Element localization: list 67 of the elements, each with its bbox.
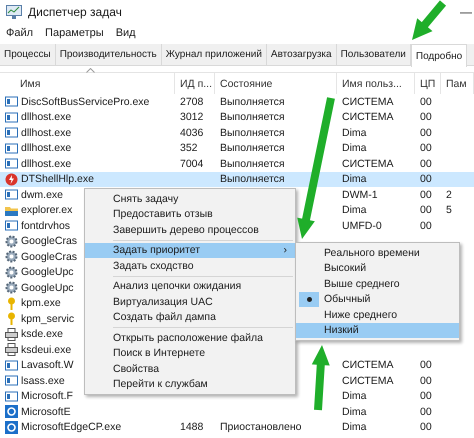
- table-cell: 00: [420, 126, 432, 139]
- table-cell: Dima: [342, 390, 367, 402]
- table-cell: MicrosoftEdgeCP.exe: [21, 421, 122, 434]
- table-cell: dwm.exe: [21, 188, 64, 201]
- table-cell: Dima: [342, 406, 367, 418]
- table-cell: dllhost.exe: [21, 126, 72, 139]
- table-cell: Выполняется: [220, 96, 285, 108]
- table-cell: 00: [420, 406, 432, 418]
- table-cell: dllhost.exe: [21, 158, 72, 170]
- table-cell: DTShellHlp.exe: [21, 173, 94, 186]
- table-cell: GoogleUpc: [21, 282, 74, 294]
- table-cell: Dima: [342, 421, 367, 434]
- table-cell: Приостановлено: [220, 421, 302, 434]
- table-cell: 00: [420, 421, 432, 434]
- table-cell: 1488: [180, 421, 204, 434]
- table-cell: DiscSoftBusServicePro.exe: [21, 96, 150, 108]
- table-cell: 00: [420, 390, 432, 402]
- table-cell: 5: [446, 204, 452, 216]
- table-cell: Выполняется: [220, 111, 285, 124]
- table-cell: Dima: [342, 173, 367, 186]
- table-cell: СИСТЕМА: [342, 96, 394, 108]
- table-cell: kpm_servic: [21, 312, 74, 325]
- submenu-arrow-icon: ›: [284, 244, 287, 256]
- table-cell: 00: [420, 96, 432, 108]
- table-cell: 00: [420, 173, 432, 186]
- table-cell: 352: [180, 142, 198, 154]
- table-cell: dllhost.exe: [21, 142, 72, 154]
- table-cell: 00: [420, 158, 432, 170]
- table-cell: 00: [420, 204, 432, 216]
- table-cell: 00: [420, 359, 432, 372]
- table-cell: fontdrvhos: [21, 220, 70, 232]
- table-cell: dllhost.exe: [21, 111, 72, 124]
- table-cell: Dima: [342, 142, 367, 154]
- table-cell: DWM-1: [342, 188, 378, 201]
- table-cell: Выполняется: [220, 173, 285, 186]
- table-cell: UMFD-0: [342, 220, 382, 232]
- table-cell: kpm.exe: [21, 297, 61, 310]
- table-cell: MicrosoftE: [21, 406, 71, 418]
- table-cell: СИСТЕМА: [342, 111, 394, 124]
- table-cell: Выполняется: [220, 158, 285, 170]
- table-cell: 4036: [180, 126, 204, 139]
- table-cell: GoogleUpc: [21, 266, 74, 278]
- table-cell: Lavasoft.W: [21, 359, 74, 372]
- table-cell: 2: [446, 188, 452, 201]
- table-cell: 00: [420, 188, 432, 201]
- table-cell: 00: [420, 220, 432, 232]
- table-cell: Dima: [342, 126, 367, 139]
- table-cell: 2708: [180, 96, 204, 108]
- table-cell: lsass.exe: [21, 374, 65, 387]
- table-cell: Microsoft.F: [21, 390, 73, 402]
- table-cell: 00: [420, 142, 432, 154]
- table-cell: GoogleCras: [21, 235, 78, 248]
- table-cell: Выполняется: [220, 126, 285, 139]
- table-cell: ksde.exe: [21, 328, 64, 340]
- table-cell: Выполняется: [220, 142, 285, 154]
- table-cell: 7004: [180, 158, 204, 170]
- table-cell: 00: [420, 374, 432, 387]
- window-title: Диспетчер задач: [28, 5, 123, 19]
- table-cell: GoogleCras: [21, 250, 78, 263]
- table-cell: Dima: [342, 204, 367, 216]
- table-cell: СИСТЕМА: [342, 158, 394, 170]
- table-cell: СИСТЕМА: [342, 374, 394, 387]
- table-cell: 00: [420, 111, 432, 124]
- table-cell: ksdeui.exe: [21, 344, 72, 356]
- table-cell: СИСТЕМА: [342, 359, 394, 372]
- table-cell: explorer.ex: [21, 204, 72, 216]
- table-cell: 3012: [180, 111, 204, 124]
